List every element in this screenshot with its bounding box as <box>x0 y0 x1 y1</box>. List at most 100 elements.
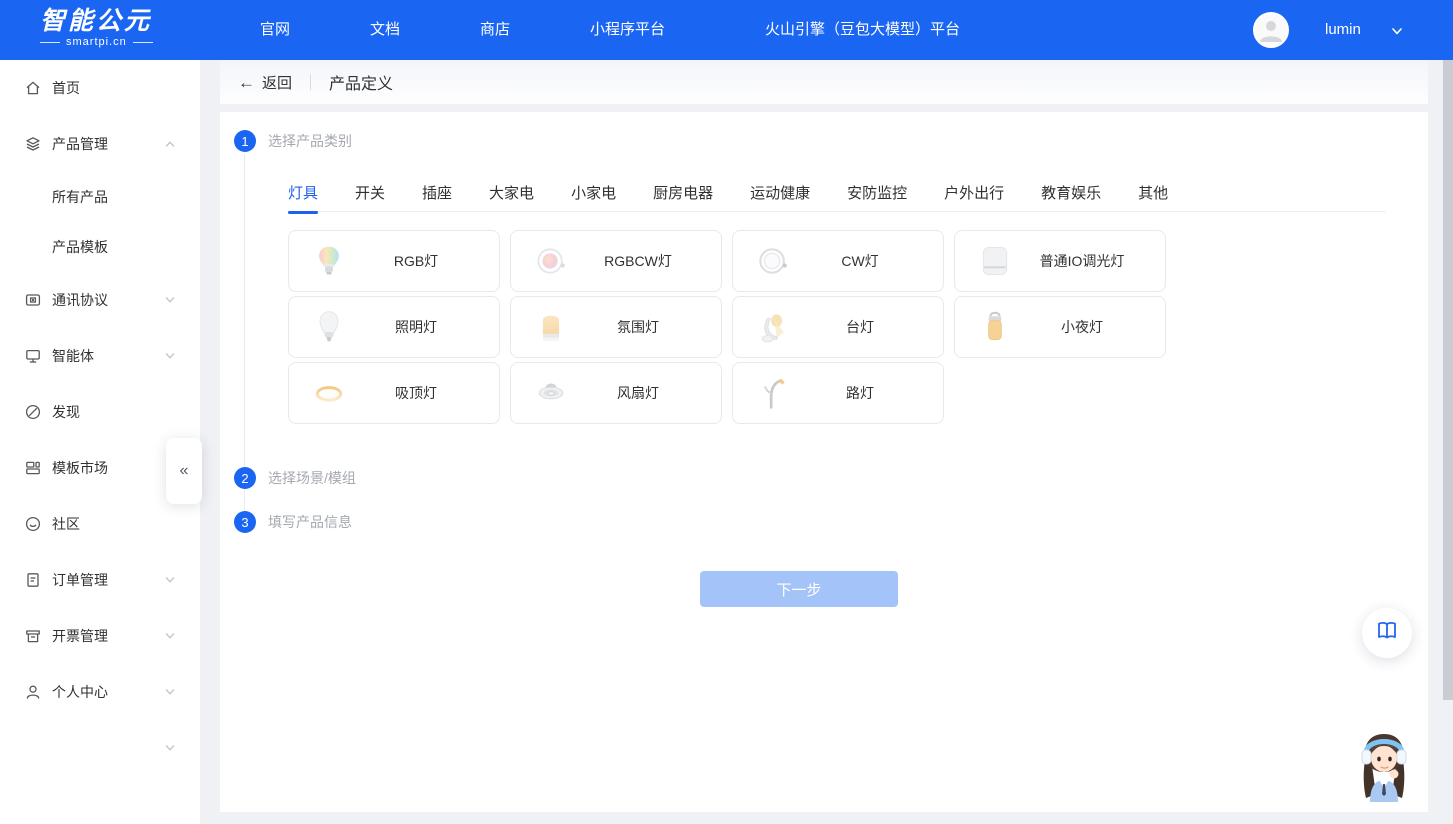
page-scrollbar <box>1443 60 1453 824</box>
desk-lamp-icon <box>753 307 793 347</box>
monitor-icon <box>24 347 42 365</box>
product-card-label: RGBCW灯 <box>571 251 721 271</box>
sidebar-item-7[interactable]: 订单管理 <box>0 552 200 608</box>
cw-downlight-icon <box>753 241 793 281</box>
community-icon <box>24 515 42 533</box>
ceiling-lamp-icon <box>309 373 349 413</box>
step-1: 1选择产品类别 <box>234 130 352 152</box>
sidebar-subitem[interactable]: 所有产品 <box>0 172 200 222</box>
step-2: 2选择场景/模组 <box>234 467 356 489</box>
step-label: 填写产品信息 <box>268 512 352 532</box>
product-card[interactable]: CW灯 <box>732 230 944 292</box>
category-tab-5[interactable]: 厨房电器 <box>653 182 713 214</box>
category-tab-7[interactable]: 安防监控 <box>847 182 907 214</box>
sidebar-item-8[interactable]: 开票管理 <box>0 608 200 664</box>
open-book-icon <box>1375 619 1399 648</box>
sidebar-item-6[interactable]: 社区 <box>0 496 200 552</box>
category-tab-10[interactable]: 其他 <box>1138 182 1168 214</box>
sidebar-item-4[interactable]: 发现 <box>0 384 200 440</box>
nav-item[interactable]: 官网 <box>260 0 290 60</box>
step-connector-line <box>244 154 245 512</box>
category-tab-2[interactable]: 插座 <box>422 182 452 214</box>
product-card[interactable]: 照明灯 <box>288 296 500 358</box>
chevron-down-icon <box>164 630 176 642</box>
sidebar-item-label: 发现 <box>52 402 80 422</box>
nav-item[interactable]: 文档 <box>370 0 400 60</box>
no-icon <box>24 739 42 757</box>
category-tab-6[interactable]: 运动健康 <box>750 182 810 214</box>
sidebar-item-label: 个人中心 <box>52 682 108 702</box>
sidebar-item-9[interactable]: 个人中心 <box>0 664 200 720</box>
app-logo[interactable]: 智能公元 smartpi.cn <box>40 8 153 48</box>
product-card-label: 小夜灯 <box>1015 317 1165 337</box>
chevron-down-icon <box>164 686 176 698</box>
category-tabs: 灯具 开关 插座 大家电 小家电 厨房电器 运动健康 安防监控 户外出行 教育娱乐 其他 <box>288 182 1168 214</box>
person-glyph <box>1255 14 1287 46</box>
sidebar-subitem-label: 所有产品 <box>52 187 108 207</box>
product-card[interactable]: 普通IO调光灯 <box>954 230 1166 292</box>
person-icon <box>24 683 42 701</box>
product-card-label: 氛围灯 <box>571 317 721 337</box>
product-card[interactable]: 路灯 <box>732 362 944 424</box>
back-label: 返回 <box>262 72 292 93</box>
scrollbar-thumb[interactable] <box>1443 60 1453 700</box>
lighting-bulb-icon <box>309 307 349 347</box>
nav-item[interactable]: 火山引擎（豆包大模型）平台 <box>765 0 960 60</box>
user-avatar-icon[interactable] <box>1253 12 1289 48</box>
invoice-icon <box>24 627 42 645</box>
sidebar-subitem[interactable]: 产品模板 <box>0 222 200 272</box>
product-card-label: 路灯 <box>793 383 943 403</box>
page-title: 产品定义 <box>329 70 393 94</box>
product-card[interactable]: RGBCW灯 <box>510 230 722 292</box>
product-card[interactable]: 吸顶灯 <box>288 362 500 424</box>
step-label: 选择场景/模组 <box>268 468 356 488</box>
sidebar-scroll-indicator[interactable] <box>0 720 200 776</box>
category-tab-0[interactable]: 灯具 <box>288 182 318 214</box>
category-tab-8[interactable]: 户外出行 <box>944 182 1004 214</box>
home-icon <box>24 79 42 97</box>
sidebar-item-0[interactable]: 首页 <box>0 60 200 116</box>
night-light-icon <box>975 307 1015 347</box>
step-3: 3填写产品信息 <box>234 511 352 533</box>
sidebar-item-label: 开票管理 <box>52 626 108 646</box>
product-definition-panel: 1选择产品类别 2选择场景/模组 3填写产品信息 灯具 开关 插座 大家电 小家电 厨房电器 运… <box>220 112 1428 812</box>
support-agent-avatar[interactable] <box>1350 728 1418 802</box>
template-icon <box>24 459 42 477</box>
nav-item[interactable]: 商店 <box>480 0 510 60</box>
protocol-icon <box>24 291 42 309</box>
fan-lamp-icon <box>531 373 571 413</box>
product-card[interactable]: 氛围灯 <box>510 296 722 358</box>
ambient-lamp-icon <box>531 307 571 347</box>
chevron-up-icon <box>164 138 176 150</box>
top-header: 智能公元 smartpi.cn 官网 文档 商店 小程序平台 火山引擎（豆包大模型）平台… <box>0 0 1453 60</box>
category-tab-9[interactable]: 教育娱乐 <box>1041 182 1101 214</box>
chevron-down-icon <box>164 574 176 586</box>
product-card-label: 照明灯 <box>349 317 499 337</box>
category-tab-4[interactable]: 小家电 <box>571 182 616 214</box>
nav-item[interactable]: 小程序平台 <box>590 0 665 60</box>
product-card[interactable]: 小夜灯 <box>954 296 1166 358</box>
product-card[interactable]: 风扇灯 <box>510 362 722 424</box>
product-card[interactable]: 台灯 <box>732 296 944 358</box>
sidebar-item-label: 模板市场 <box>52 458 108 478</box>
username[interactable]: lumin <box>1325 0 1361 60</box>
sidebar-item-label: 智能体 <box>52 346 94 366</box>
sidebar-item-2[interactable]: 通讯协议 <box>0 272 200 328</box>
sidebar-item-1[interactable]: 产品管理 <box>0 116 200 172</box>
back-arrow-icon: ← <box>238 74 255 91</box>
product-card[interactable]: RGB灯 <box>288 230 500 292</box>
sidebar-item-label: 社区 <box>52 514 80 534</box>
category-tab-1[interactable]: 开关 <box>355 182 385 214</box>
docs-fab-button[interactable] <box>1362 608 1412 658</box>
product-card-label: 普通IO调光灯 <box>1015 251 1165 271</box>
next-step-button[interactable]: 下一步 <box>700 571 898 607</box>
chevron-down-icon <box>164 742 176 754</box>
back-button[interactable]: ← 返回 <box>238 72 292 93</box>
sidebar-item-3[interactable]: 智能体 <box>0 328 200 384</box>
chevron-down-icon <box>164 350 176 362</box>
category-tab-3[interactable]: 大家电 <box>489 182 534 214</box>
chevron-down-icon[interactable] <box>1390 24 1404 43</box>
sidebar-collapse-handle[interactable]: « <box>166 438 202 504</box>
product-card-label: RGB灯 <box>349 251 499 271</box>
order-icon <box>24 571 42 589</box>
